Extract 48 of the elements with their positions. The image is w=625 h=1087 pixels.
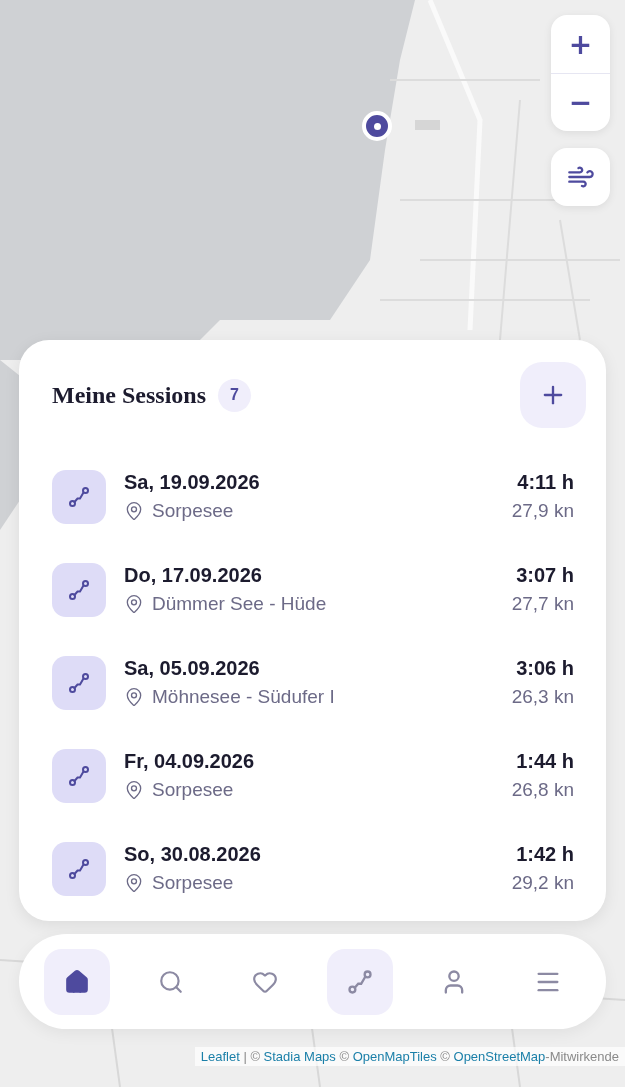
route-icon (67, 670, 91, 695)
zoom-in-button[interactable]: + (551, 15, 610, 73)
search-icon (158, 968, 185, 995)
session-duration: 1:42 h (516, 843, 574, 866)
location-pin-icon (124, 780, 144, 800)
session-count: 7 (218, 378, 251, 412)
session-place: Möhnesee - Südufer I (152, 686, 335, 708)
location-pin-icon (124, 501, 144, 521)
session-place: Dümmer See - Hüde (152, 593, 327, 615)
location-pin-icon (124, 594, 144, 614)
session-speed: 27,9 kn (511, 500, 574, 522)
nav-button[interactable] (44, 948, 110, 1015)
home-icon (64, 968, 90, 995)
location-pin-icon (124, 873, 144, 893)
attribution-text: © (338, 1049, 351, 1064)
session-place: Sorpesee (152, 500, 234, 522)
route-icon (345, 967, 374, 996)
route-icon (67, 763, 91, 788)
route-icon (67, 856, 91, 881)
session-date: Fr, 04.09.2026 (124, 750, 256, 773)
route-icon (67, 484, 91, 509)
attribution-text: | © (242, 1049, 261, 1064)
session-duration: 4:11 h (517, 471, 574, 494)
session-speed: 26,8 kn (511, 779, 574, 801)
attribution-link[interactable]: Stadia Maps (263, 1049, 336, 1064)
session-place: Sorpesee (152, 872, 234, 894)
location-pin-icon (124, 687, 144, 707)
wind-button[interactable] (551, 148, 610, 206)
attribution-link[interactable]: OpenMapTiles (352, 1049, 437, 1064)
session-speed: 29,2 kn (511, 872, 574, 894)
attribution-text: © (439, 1049, 451, 1064)
attribution-link[interactable]: Leaflet (200, 1049, 240, 1064)
session-date: Do, 17.09.2026 (124, 564, 263, 587)
attribution-text: -Mitwirkende (545, 1049, 619, 1064)
session-date: Sa, 19.09.2026 (124, 471, 261, 494)
session-duration: 1:44 h (516, 750, 574, 773)
session-duration: 3:06 h (516, 657, 574, 680)
session-date: So, 30.08.2026 (124, 843, 262, 866)
add-button[interactable] (520, 362, 586, 428)
route-icon (67, 577, 91, 602)
zoom-out-button[interactable]: − (551, 73, 610, 131)
session-date: Sa, 05.09.2026 (124, 657, 261, 680)
card-title: Meine Sessions (52, 381, 206, 409)
session-speed: 26,3 kn (511, 686, 574, 708)
session-duration: 3:07 h (516, 564, 574, 587)
session-place: Sorpesee (152, 779, 234, 801)
attribution-link[interactable]: OpenStreetMap (453, 1049, 546, 1064)
session-speed: 27,7 kn (511, 593, 574, 615)
